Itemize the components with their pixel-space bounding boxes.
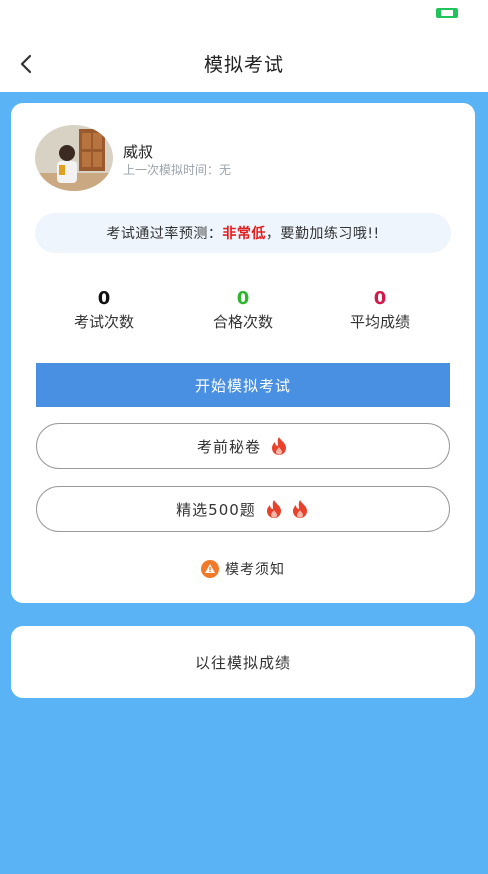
exam-card: 威叔 上一次模拟时间：无 考试通过率预测： 非常低 ，要勤加练习哦!! 0 考试次数… (11, 103, 475, 603)
battery-icon (436, 8, 458, 18)
avatar[interactable] (35, 125, 113, 191)
pass-rate-level: 非常低 (222, 226, 266, 242)
history-scores-card[interactable]: 以往模拟成绩 (11, 626, 475, 698)
last-exam-time: 上一次模拟时间：无 (123, 161, 231, 178)
last-exam-label: 上一次模拟时间： (123, 163, 220, 177)
pass-rate-banner: 考试通过率预测： 非常低 ，要勤加练习哦!! (35, 213, 451, 253)
stat-value: 0 (97, 288, 111, 309)
status-bar (0, 0, 488, 36)
exam-notice-label: 模考须知 (225, 562, 285, 578)
stat-exam-count: 0 考试次数 (44, 289, 164, 332)
secret-paper-label: 考前秘卷 (196, 437, 261, 456)
start-exam-button[interactable]: 开始模拟考试 (36, 363, 450, 407)
nav-bar: 模拟考试 (0, 36, 488, 92)
stat-value: 0 (373, 288, 387, 309)
user-name: 威叔 (123, 143, 154, 161)
exam-notice-link[interactable]: 模考须知 (11, 559, 475, 579)
fire-icon (292, 500, 307, 518)
stat-label: 合格次数 (212, 313, 273, 331)
stat-label: 平均成绩 (349, 313, 410, 331)
fire-icon (266, 500, 281, 518)
pass-rate-prefix: 考试通过率预测： (106, 226, 223, 242)
pass-rate-suffix: ，要勤加练习哦!! (265, 226, 380, 242)
stat-label: 考试次数 (73, 313, 134, 331)
selected-questions-button[interactable]: 精选500题 (36, 486, 450, 532)
page-title: 模拟考试 (203, 54, 284, 76)
last-exam-value: 无 (219, 163, 232, 177)
fire-icon (272, 437, 286, 455)
selected-questions-label: 精选500题 (176, 500, 256, 519)
stat-average-score: 0 平均成绩 (320, 289, 440, 332)
stat-pass-count: 0 合格次数 (183, 289, 303, 332)
stat-value: 0 (236, 288, 250, 309)
secret-paper-button[interactable]: 考前秘卷 (36, 423, 450, 469)
avatar-photo (35, 125, 113, 191)
stats-row: 0 考试次数 0 合格次数 0 平均成绩 (11, 289, 475, 339)
history-scores-label: 以往模拟成绩 (194, 653, 291, 672)
warning-icon (201, 560, 219, 578)
